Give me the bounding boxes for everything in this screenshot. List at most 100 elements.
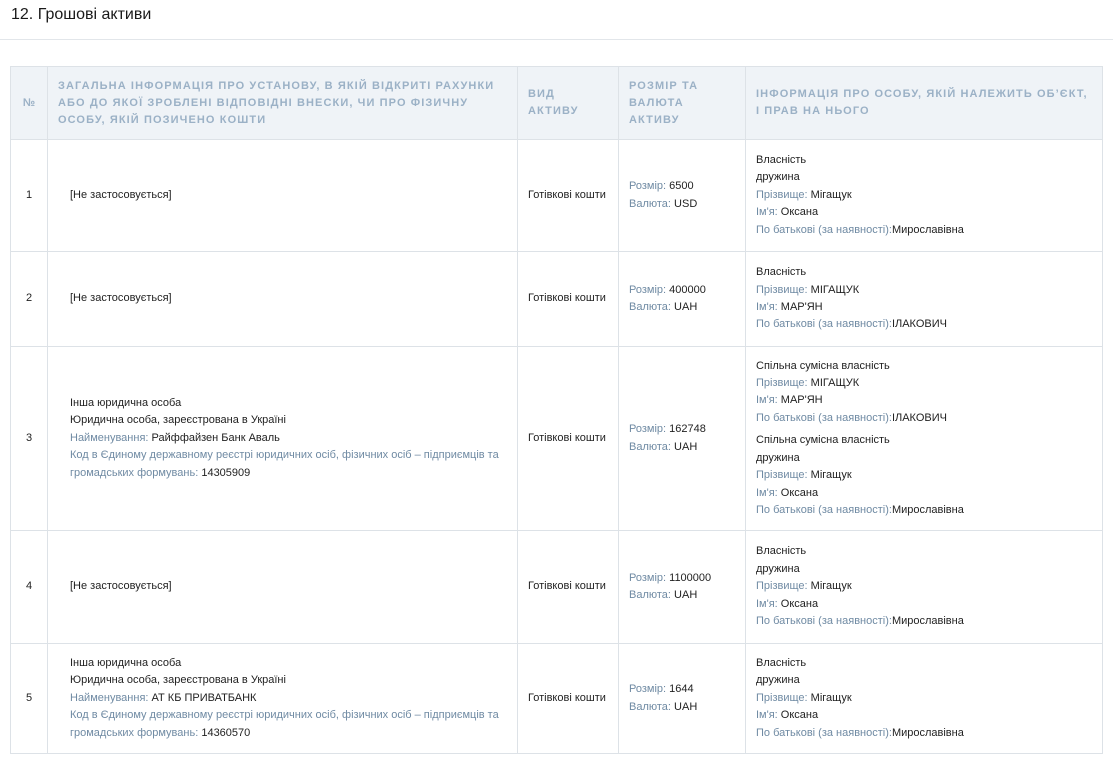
owner-name-value: Оксана — [780, 709, 819, 722]
owner-patronymic-label: По батькові (за наявності): — [756, 503, 892, 516]
asset-currency-value: UAH — [674, 589, 698, 601]
ownership-right: Власність — [756, 152, 1092, 169]
asset-currency: Валюта: UAH — [629, 439, 735, 456]
owner-patronymic-value: ІЛАКОВИЧ — [891, 318, 947, 331]
asset-size-label: Розмір: — [629, 423, 667, 436]
owner-surname: Прізвище: МІГАЩУК — [756, 375, 1092, 392]
owner-surname-label: Прізвище: — [756, 580, 808, 593]
owner-surname-label: Прізвище: — [756, 691, 808, 704]
owner-patronymic: По батькові (за наявності):Мирославівна — [756, 222, 1092, 239]
org-name-value: Райффайзен Банк Аваль — [151, 431, 280, 444]
row-number: 3 — [10, 346, 48, 531]
owner-surname-value: МІГАЩУК — [810, 283, 860, 296]
owner-patronymic-value: Мирославівна — [891, 726, 964, 739]
table-row: 1 [Не застосовується] Готівкові кошти Розмі… — [10, 139, 1103, 252]
owner-patronymic-label: По батькові (за наявності): — [756, 615, 892, 628]
owner-surname-label: Прізвище: — [756, 283, 808, 296]
asset-currency-label: Валюта: — [629, 440, 671, 453]
org-name: Найменування: АТ КБ ПРИВАТБАНК — [70, 690, 507, 707]
owner-name-label: Ім'я: — [756, 206, 778, 219]
owner-name: Ім'я: МАР'ЯН — [756, 299, 1092, 316]
asset-size-cell: Розмір: 162748 Валюта: UAH — [618, 346, 746, 531]
institution-info-cell: [Не застосовується] — [47, 530, 518, 644]
owner-name-value: Оксана — [780, 206, 819, 219]
row-number: 5 — [10, 643, 48, 754]
owner-patronymic: По батькові (за наявності):Мирославівна — [756, 613, 1092, 630]
asset-currency: Валюта: UAH — [629, 587, 735, 604]
column-header-institution: Загальна інформація про установу, в якій… — [47, 66, 518, 140]
owner-patronymic-label: По батькові (за наявності): — [756, 726, 892, 739]
asset-size-value: 400000 — [669, 283, 706, 296]
owner-info-cell: Власність дружина Прізвище: Мігащук Ім'я: О… — [745, 643, 1103, 754]
owner-patronymic-label: По батькові (за наявності): — [756, 223, 892, 236]
asset-type-value: Готівкові кошти — [528, 188, 606, 201]
owner-name-label: Ім'я: — [756, 486, 778, 499]
asset-size: Розмір: 6500 — [629, 178, 735, 195]
owner-name-label: Ім'я: — [756, 301, 778, 313]
owner-surname-label: Прізвище: — [756, 188, 808, 201]
table-body: 1 [Не застосовується] Готівкові кошти Розмі… — [10, 139, 1103, 754]
not-applicable-value: [Не застосовується] — [70, 580, 172, 593]
owner-name-label: Ім'я: — [756, 709, 778, 722]
asset-size-value: 162748 — [669, 423, 706, 436]
owner-surname-value: Мігащук — [810, 691, 852, 704]
owner-patronymic: По батькові (за наявності):Мирославівна — [756, 502, 1092, 519]
asset-size-label: Розмір: — [629, 683, 667, 696]
cash-assets-table-wrapper: № Загальна інформація про установу, в як… — [10, 66, 1103, 754]
owner-block: Власність дружина Прізвище: Мігащук Ім'я: О… — [756, 152, 1092, 239]
owner-block: Спільна сумісна власність дружина Прізвище… — [756, 427, 1092, 519]
asset-type-cell: Готівкові кошти — [517, 139, 619, 252]
org-registration: Юридична особа, зареєстрована в Україні — [70, 672, 507, 689]
owner-relation: дружина — [756, 672, 1092, 689]
owner-patronymic: По батькові (за наявності):ІЛАКОВИЧ — [756, 410, 1092, 427]
owner-surname: Прізвище: МІГАЩУК — [756, 282, 1092, 299]
asset-currency-label: Валюта: — [629, 700, 671, 713]
asset-size-label: Розмір: — [629, 571, 667, 584]
owner-surname-value: Мігащук — [810, 469, 852, 482]
asset-currency-label: Валюта: — [629, 197, 671, 210]
org-code: Код в Єдиному державному реєстрі юридичн… — [70, 447, 507, 482]
owner-name-value: МАР'ЯН — [780, 394, 823, 407]
ownership-right: Власність — [756, 543, 1092, 560]
owner-info-cell: Власність дружина Прізвище: Мігащук Ім'я: О… — [745, 139, 1103, 252]
row-number: 4 — [10, 530, 48, 644]
asset-size-value: 1100000 — [669, 571, 712, 584]
institution-info-cell: Інша юридична особа Юридична особа, зареє… — [47, 643, 518, 754]
asset-type-value: Готівкові кошти — [528, 292, 606, 305]
owner-surname-value: Мігащук — [810, 188, 852, 201]
section-header: 12. Грошові активи — [0, 0, 1113, 40]
column-header-asset-type: Вид активу — [517, 66, 619, 140]
owner-relation-value: дружина — [756, 171, 800, 184]
asset-currency-label: Валюта: — [629, 301, 671, 313]
owner-relation: дружина — [756, 561, 1092, 578]
org-kind-value: Інша юридична особа — [70, 396, 182, 409]
asset-currency-value: USD — [674, 197, 698, 210]
owner-relation-value: дружина — [756, 562, 800, 575]
not-applicable-text: [Не застосовується] — [70, 578, 507, 595]
asset-currency-label: Валюта: — [629, 589, 671, 601]
owner-surname-label: Прізвище: — [756, 377, 808, 390]
owner-block: Власність дружина Прізвище: Мігащук Ім'я: О… — [756, 543, 1092, 630]
owner-patronymic-value: ІЛАКОВИЧ — [891, 411, 947, 424]
row-number: 2 — [10, 251, 48, 347]
owner-info-cell: Власність Прізвище: МІГАЩУК Ім'я: МАР'ЯН По… — [745, 251, 1103, 347]
asset-size-label: Розмір: — [629, 283, 667, 296]
ownership-right-value: Власність — [756, 266, 807, 279]
asset-currency: Валюта: UAH — [629, 299, 735, 316]
owner-patronymic: По батькові (за наявності):Мирославівна — [756, 725, 1092, 742]
owner-block: Власність дружина Прізвище: Мігащук Ім'я: О… — [756, 655, 1092, 742]
org-name-value: АТ КБ ПРИВАТБАНК — [151, 691, 257, 704]
owner-name-label: Ім'я: — [756, 394, 778, 407]
institution-info-cell: [Не застосовується] — [47, 251, 518, 347]
table-header: № Загальна інформація про установу, в як… — [10, 66, 1103, 140]
owner-surname: Прізвище: Мігащук — [756, 578, 1092, 595]
owner-relation-value: дружина — [756, 674, 800, 687]
org-kind-value: Інша юридична особа — [70, 656, 182, 669]
table-row: 3 Інша юридична особа Юридична особа, заре… — [10, 346, 1103, 531]
ownership-right-value: Спільна сумісна власність — [756, 434, 890, 447]
owner-info-cell: Спільна сумісна власність Прізвище: МІГАЩ… — [745, 346, 1103, 531]
asset-currency: Валюта: UAH — [629, 699, 735, 716]
owner-name: Ім'я: Оксана — [756, 485, 1092, 502]
asset-currency-value: UAH — [674, 301, 698, 313]
org-name-label: Найменування: — [70, 431, 149, 444]
